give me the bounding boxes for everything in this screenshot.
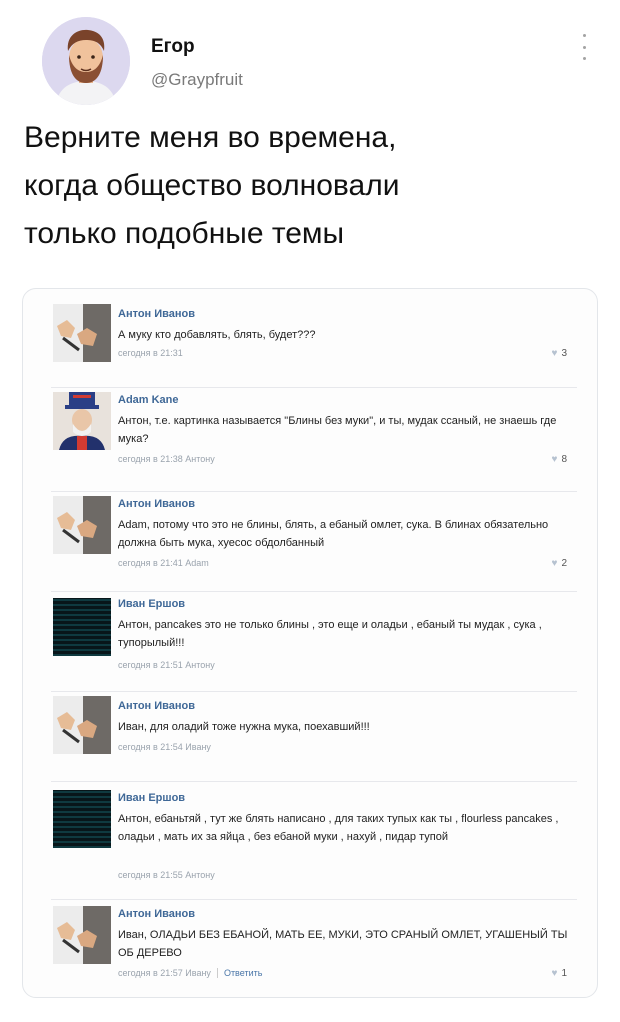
reply-link[interactable]: Ответить (216, 968, 263, 978)
tweet-text: Верните меня во времена, когда общество … (24, 121, 400, 250)
comment-item: Иван Ершов Антон, pancakes это не только… (23, 592, 597, 692)
heart-icon: ♥ (551, 968, 558, 979)
comment-timestamp[interactable]: сегодня в 21:57 Ивану (118, 968, 211, 978)
comment-timestamp[interactable]: сегодня в 21:55 Антону (118, 870, 215, 880)
comment-timestamp[interactable]: сегодня в 21:54 Ивану (118, 742, 211, 752)
comment-author[interactable]: Антон Иванов (118, 308, 195, 320)
heart-icon: ♥ (551, 348, 558, 359)
comment-item: Антон Иванов А муку кто добавлять, блять… (23, 304, 597, 388)
author-handle[interactable]: @Graypfruit (151, 70, 243, 90)
like-button[interactable]: ♥ 8 (552, 454, 568, 465)
like-button[interactable]: ♥ 1 (552, 968, 568, 979)
heart-icon: ♥ (551, 558, 558, 569)
comment-text: Иван, для оладий тоже нужна мука, поехав… (118, 721, 370, 733)
comment-timestamp[interactable]: сегодня в 21:51 Антону (118, 660, 215, 670)
comment-text: Антон, т.е. картинка называется "Блины б… (118, 415, 557, 445)
comment-text: А муку кто добавлять, блять, будет??? (118, 329, 316, 341)
comment-item: Adam Kane Антон, т.е. картинка называетс… (23, 388, 597, 492)
hands-avatar (53, 906, 111, 964)
matrix-avatar (53, 598, 111, 656)
comment-author[interactable]: Антон Иванов (118, 498, 195, 510)
comment-author[interactable]: Антон Иванов (118, 700, 195, 712)
comment-item: Антон Иванов Adam, потому что это не бли… (23, 492, 597, 592)
comment-author[interactable]: Adam Kane (118, 394, 179, 406)
comment-author[interactable]: Антон Иванов (118, 908, 195, 920)
comment-author[interactable]: Иван Ершов (118, 792, 185, 804)
tweet-header: Егор @Graypfruit (0, 0, 620, 115)
comment-text: Антон, pancakes это не только блины , эт… (118, 619, 542, 649)
hands-avatar (53, 496, 111, 554)
like-count: 8 (561, 454, 567, 465)
like-count: 1 (561, 968, 567, 979)
like-button[interactable]: ♥ 2 (552, 558, 568, 569)
uncle-sam-avatar (53, 392, 111, 450)
comment-text: Adam, потому что это не блины, блять, а … (118, 519, 549, 549)
more-options-icon[interactable] (578, 34, 590, 60)
comment-item: Антон Иванов Иван, ОЛАДЬИ БЕЗ ЕБАНОЙ, МА… (23, 900, 597, 996)
comment-item: Иван Ершов Антон, ебаньтяй , тут же блят… (23, 782, 597, 900)
like-count: 2 (561, 558, 567, 569)
author-avatar[interactable] (42, 17, 130, 105)
embedded-comments-screenshot: Антон Иванов А муку кто добавлять, блять… (22, 288, 598, 998)
like-count: 3 (561, 348, 567, 359)
heart-icon: ♥ (551, 454, 558, 465)
comment-author[interactable]: Иван Ершов (118, 598, 185, 610)
hands-avatar (53, 696, 111, 754)
comment-timestamp[interactable]: сегодня в 21:31 (118, 348, 183, 358)
hands-avatar (53, 304, 111, 362)
comment-text: Антон, ебаньтяй , тут же блять написано … (118, 813, 559, 843)
like-button[interactable]: ♥ 3 (552, 348, 568, 359)
author-name[interactable]: Егор (151, 36, 195, 58)
comment-text: Иван, ОЛАДЬИ БЕЗ ЕБАНОЙ, МАТЬ ЕЕ, МУКИ, … (118, 929, 568, 959)
comment-timestamp[interactable]: сегодня в 21:41 Adam (118, 558, 209, 568)
comment-item: Антон Иванов Иван, для оладий тоже нужна… (23, 692, 597, 782)
matrix-avatar (53, 790, 111, 848)
comment-timestamp[interactable]: сегодня в 21:38 Антону (118, 454, 215, 464)
